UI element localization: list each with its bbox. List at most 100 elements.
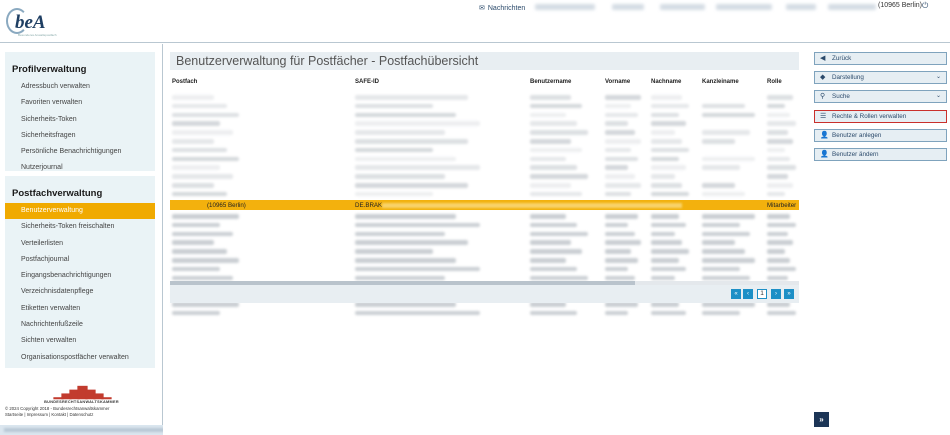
table-cell-redacted [767,103,785,109]
header-nav-item-blurred[interactable] [786,4,816,10]
sidebar-item-verteilerlisten[interactable]: Verteilerlisten [5,236,155,252]
chevron-down-icon: ⌄ [935,93,941,99]
table-cell-redacted [651,174,675,179]
last-page-button[interactable]: » [784,289,794,299]
header-nav-item-blurred[interactable] [716,4,772,10]
table-row[interactable] [170,230,799,239]
table-cell-redacted [355,310,480,316]
table-row[interactable] [170,102,799,111]
table-row[interactable] [170,93,799,102]
table-cell-redacted [767,231,788,237]
table-cell-redacted [702,310,740,316]
sidebar-item-nachrichtenfusszeile[interactable]: Nachrichtenfußzeile [5,317,155,333]
table-row[interactable] [170,137,799,146]
footer-links[interactable]: Startseite | Impressum | Kontakt | Daten… [5,412,109,418]
table-cell-redacted [172,139,214,144]
sidebar-item-nutzerjournal[interactable]: Nutzerjournal [5,160,155,176]
bea-logo[interactable]: beA Besonderes Anwaltspostfach [6,6,58,37]
column-header-benutzername[interactable]: Benutzername [530,79,571,85]
table-row[interactable] [170,238,799,247]
logout-power-icon[interactable]: ⏻ [922,1,928,11]
table-row[interactable] [170,163,799,172]
sidebar-item-favoriten[interactable]: Favoriten verwalten [5,95,155,111]
pagination: « ‹ 1 › » [170,285,799,303]
header-nav-item-blurred[interactable] [535,4,595,10]
user-location: (10965 Berlin) [878,2,922,9]
table-cell-redacted [355,130,445,135]
sidebar-item-benachrichtigungen[interactable]: Persönliche Benachrichtigungen [5,144,155,160]
table-cell-redacted [172,258,240,263]
manage-rights-roles-button[interactable]: ☰ Rechte & Rollen verwalten [814,110,947,123]
display-label: Darstellung [832,74,864,81]
table-cell-redacted [605,191,632,197]
column-header-postfach[interactable]: Postfach [172,79,197,85]
table-header: Postfach SAFE-ID Benutzername Vorname Na… [170,77,799,89]
prev-page-button[interactable]: ‹ [743,289,753,299]
column-header-vorname[interactable]: Vorname [605,79,630,85]
table-cell-redacted [530,147,583,153]
table-cell-redacted [530,191,583,197]
table-row[interactable] [170,190,799,199]
table-row[interactable] [170,265,799,274]
table-row[interactable] [170,146,799,155]
column-header-safe-id[interactable]: SAFE-ID [355,79,379,85]
header-nav-item-blurred[interactable] [612,4,644,10]
sidebar-item-postfachjournal[interactable]: Postfachjournal [5,252,155,268]
sidebar-item-sicherheitsfragen[interactable]: Sicherheitsfragen [5,128,155,144]
table-row[interactable] [170,181,799,190]
table-cell-redacted [651,121,686,126]
sidebar-item-verzeichnisdatenpflege[interactable]: Verzeichnisdatenpflege [5,284,155,300]
messages-link[interactable]: ✉ Nachrichten [479,2,525,14]
table-cell-redacted [702,183,735,188]
table-cell-redacted [651,231,675,237]
brak-name: BUNDESRECHTSANWALTSKAMMER [44,400,119,404]
sidebar-item-organisationspostfaecher[interactable]: Organisationspostfächer verwalten [5,350,155,366]
table-cell-redacted [172,95,214,100]
expand-panel-button[interactable]: » [814,412,829,427]
table-row[interactable] [170,221,799,230]
table-row[interactable] [170,111,799,120]
header-nav-item-blurred[interactable] [660,4,705,10]
current-page[interactable]: 1 [757,289,767,299]
first-page-button[interactable]: « [731,289,741,299]
table-row[interactable] [170,119,799,128]
table-cell-redacted [767,240,794,245]
table-row[interactable] [170,309,799,318]
table-cell-redacted [651,249,690,254]
column-header-kanzleiname[interactable]: Kanzleiname [702,79,739,85]
table-cell-redacted [355,156,457,162]
table-cell-redacted [605,147,632,153]
table-cell-redacted [702,249,745,254]
table-cell-redacted [702,139,735,144]
display-dropdown[interactable]: ◆ Darstellung ⌄ [814,71,947,84]
sidebar-item-etiketten[interactable]: Etiketten verwalten [5,301,155,317]
sidebar-item-adressbuch[interactable]: Adressbuch verwalten [5,79,155,95]
sidebar-item-token-freischalten[interactable]: Sicherheits-Token freischalten [5,219,155,235]
search-dropdown[interactable]: ⚲ Suche ⌄ [814,90,947,103]
sidebar-item-sichten[interactable]: Sichten verwalten [5,333,155,349]
table-row[interactable] [170,247,799,256]
add-user-button[interactable]: 👤 Benutzer anlegen [814,129,947,142]
table-row[interactable] [170,172,799,181]
sidebar-item-eingangsbenachrichtigungen[interactable]: Eingangsbenachrichtigungen [5,268,155,284]
column-header-rolle[interactable]: Rolle [767,79,782,85]
table-cell-redacted [702,165,740,170]
table-cell-redacted [605,240,642,245]
table-cell-redacted [605,103,632,109]
table-cell-redacted [767,183,794,188]
next-page-button[interactable]: › [771,289,781,299]
edit-user-button[interactable]: 👤 Benutzer ändern [814,148,947,161]
table-row[interactable] [170,212,799,221]
table-cell-redacted [355,121,480,126]
sidebar-item-benutzerverwaltung[interactable]: Benutzerverwaltung [5,203,155,220]
table-row[interactable] [170,256,799,265]
column-header-nachname[interactable]: Nachname [651,79,681,85]
table-row[interactable] [170,128,799,137]
table-cell-redacted [530,214,566,219]
back-button[interactable]: ◀ Zurück [814,52,947,65]
table-cell-redacted [767,112,791,118]
table-row[interactable] [170,155,799,164]
table-row-selected[interactable]: (10965 Berlin) DE.BRAK Mitarbeiter [170,200,799,210]
table-cell-redacted [172,240,214,245]
sidebar-item-sicherheits-token[interactable]: Sicherheits-Token [5,112,155,128]
